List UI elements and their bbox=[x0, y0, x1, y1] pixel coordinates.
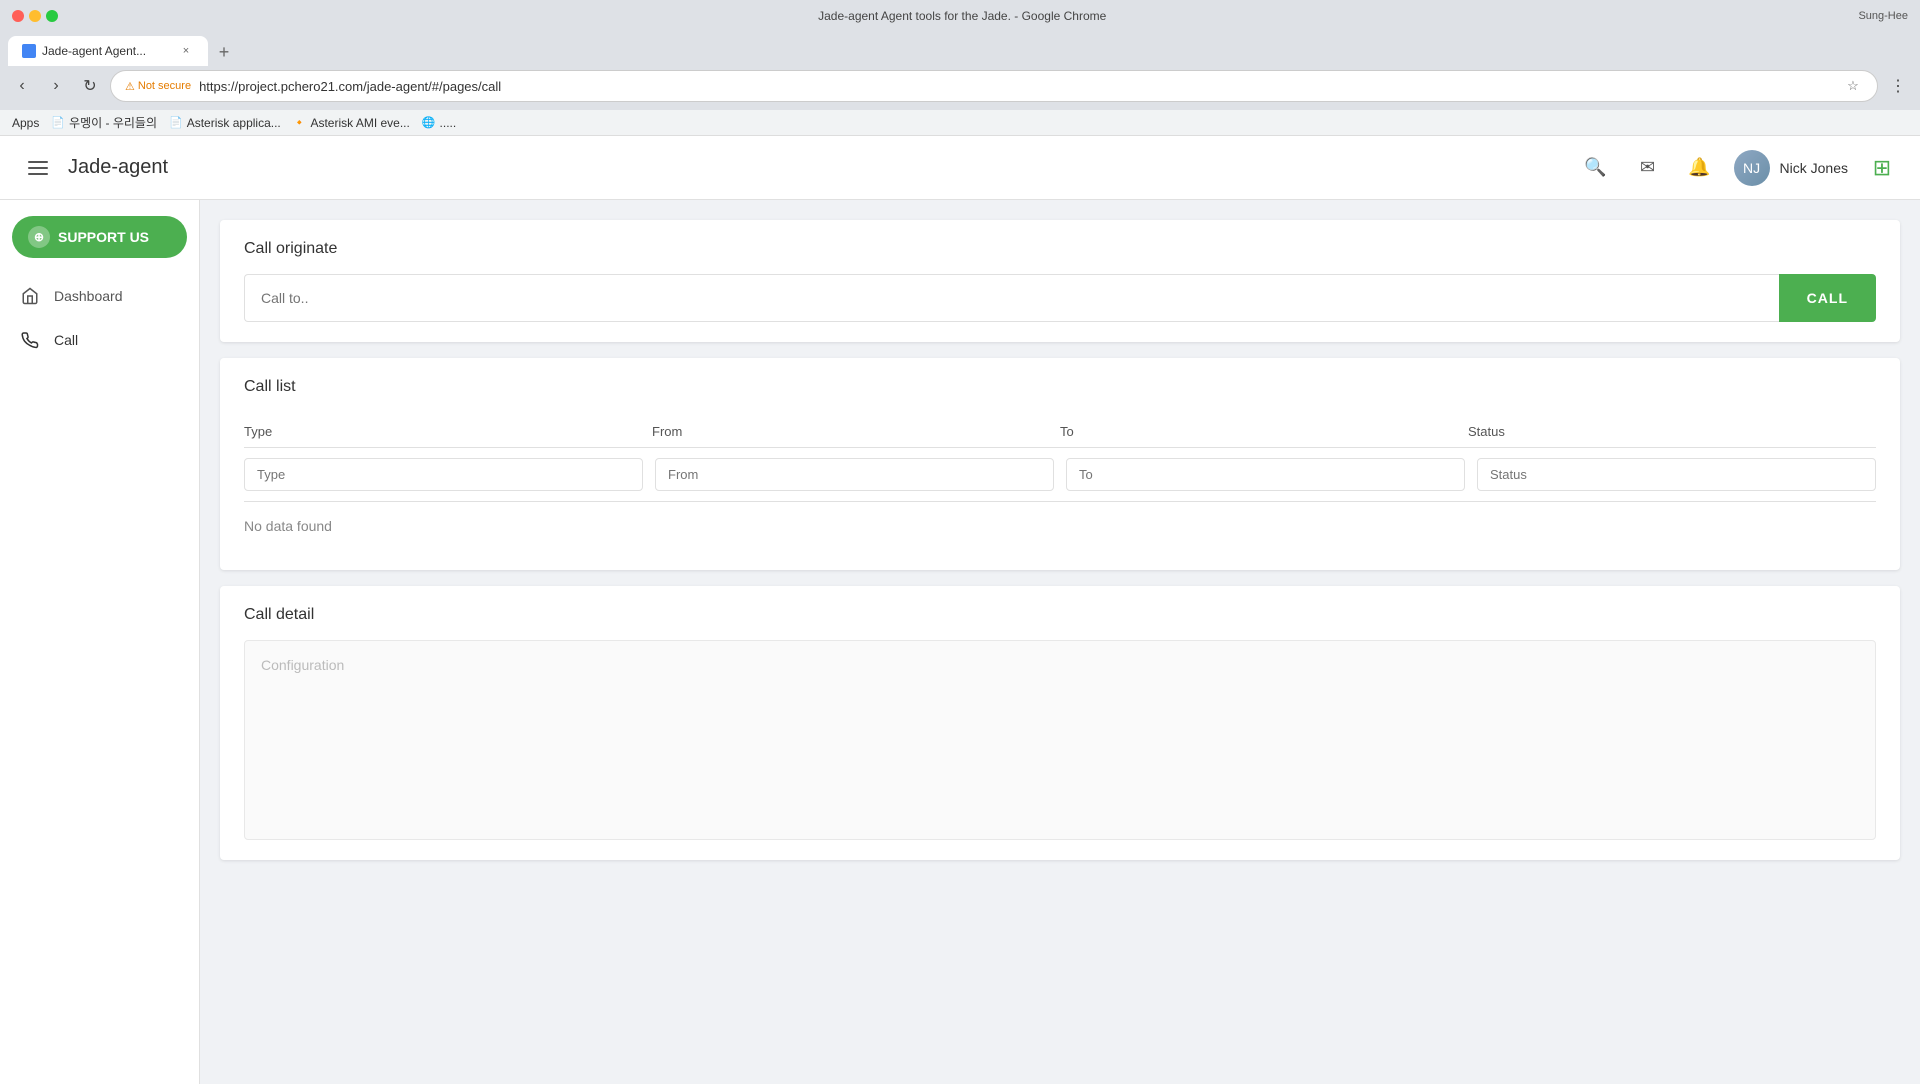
call-list-title: Call list bbox=[244, 378, 1876, 396]
tab-title: Jade-agent Agent... bbox=[42, 44, 172, 58]
configuration-area: Configuration bbox=[244, 640, 1876, 840]
table-filter-row bbox=[244, 448, 1876, 502]
menu-btn[interactable]: ⋮ bbox=[1884, 72, 1912, 100]
bookmarks-bar: Apps 📄 우멩이 - 우리들의 📄 Asterisk applica... … bbox=[0, 110, 1920, 136]
filter-status-input[interactable] bbox=[1477, 458, 1876, 491]
bookmark-wemeng[interactable]: 📄 우멩이 - 우리들의 bbox=[51, 114, 157, 131]
call-to-input[interactable] bbox=[244, 274, 1779, 322]
user-avatar: NJ bbox=[1734, 150, 1770, 186]
address-bar[interactable]: ⚠ Not secure https://project.pchero21.co… bbox=[110, 70, 1878, 102]
active-tab[interactable]: Jade-agent Agent... × bbox=[8, 36, 208, 66]
col-header-from: From bbox=[652, 424, 1060, 439]
browser-titlebar: Jade-agent Agent tools for the Jade. - G… bbox=[0, 0, 1920, 32]
sidebar-item-dashboard[interactable]: Dashboard bbox=[0, 274, 199, 318]
col-header-type: Type bbox=[244, 424, 652, 439]
browser-chrome: Jade-agent Agent tools for the Jade. - G… bbox=[0, 0, 1920, 136]
tab-favicon bbox=[22, 44, 36, 58]
col-header-status: Status bbox=[1468, 424, 1876, 439]
filter-to-input[interactable] bbox=[1066, 458, 1465, 491]
new-tab-btn[interactable]: + bbox=[210, 38, 238, 66]
call-detail-title: Call detail bbox=[244, 606, 1876, 624]
window-controls bbox=[12, 10, 58, 22]
security-warning: ⚠ Not secure bbox=[125, 80, 191, 93]
address-bar-icons: ☆ bbox=[1843, 76, 1863, 96]
maximize-window-btn[interactable] bbox=[46, 10, 58, 22]
app-wrapper: Jade-agent 🔍 ✉ 🔔 NJ Nick Jones ⊞ ⊕ SUPPO… bbox=[0, 136, 1920, 1084]
support-btn[interactable]: ⊕ SUPPORT US bbox=[12, 216, 187, 258]
app-logo: Jade-agent bbox=[68, 156, 1578, 179]
sidebar-item-call[interactable]: Call bbox=[0, 318, 199, 362]
dashboard-icon bbox=[20, 286, 40, 306]
col-header-to: To bbox=[1060, 424, 1468, 439]
app-topbar: Jade-agent 🔍 ✉ 🔔 NJ Nick Jones ⊞ bbox=[0, 136, 1920, 200]
browser-addressbar: ‹ › ↻ ⚠ Not secure https://project.pcher… bbox=[0, 66, 1920, 110]
minimize-window-btn[interactable] bbox=[29, 10, 41, 22]
filter-type-input[interactable] bbox=[244, 458, 643, 491]
call-originate-title: Call originate bbox=[244, 240, 1876, 258]
search-btn[interactable]: 🔍 bbox=[1578, 150, 1614, 186]
url-text: https://project.pchero21.com/jade-agent/… bbox=[199, 79, 501, 94]
call-input-row: CALL bbox=[244, 274, 1876, 322]
no-data-label: No data found bbox=[244, 502, 1876, 550]
main-layout: ⊕ SUPPORT US Dashboard Call bbox=[0, 200, 1920, 1084]
bookmark-icon[interactable]: ☆ bbox=[1843, 76, 1863, 96]
hamburger-menu-btn[interactable] bbox=[20, 150, 56, 186]
notifications-btn[interactable]: 🔔 bbox=[1682, 150, 1718, 186]
browser-title: Jade-agent Agent tools for the Jade. - G… bbox=[74, 9, 1850, 23]
call-originate-card: Call originate CALL bbox=[220, 220, 1900, 342]
github-icon: ⊕ bbox=[28, 226, 50, 248]
avatar-image: NJ bbox=[1734, 150, 1770, 186]
tab-close-btn[interactable]: × bbox=[178, 43, 194, 59]
forward-btn[interactable]: › bbox=[42, 72, 70, 100]
filter-from-input[interactable] bbox=[655, 458, 1054, 491]
call-button[interactable]: CALL bbox=[1779, 274, 1876, 322]
table-header: Type From To Status bbox=[244, 412, 1876, 448]
user-info: NJ Nick Jones bbox=[1734, 150, 1848, 186]
config-placeholder: Configuration bbox=[261, 657, 344, 673]
back-btn[interactable]: ‹ bbox=[8, 72, 36, 100]
grid-btn[interactable]: ⊞ bbox=[1864, 150, 1900, 186]
topbar-actions: 🔍 ✉ 🔔 NJ Nick Jones ⊞ bbox=[1578, 150, 1900, 186]
phone-icon bbox=[20, 330, 40, 350]
user-name: Nick Jones bbox=[1780, 160, 1848, 176]
hamburger-line bbox=[28, 167, 48, 169]
sidebar: ⊕ SUPPORT US Dashboard Call bbox=[0, 200, 200, 1084]
close-window-btn[interactable] bbox=[12, 10, 24, 22]
browser-profile: Sung-Hee bbox=[1858, 10, 1908, 22]
mail-btn[interactable]: ✉ bbox=[1630, 150, 1666, 186]
bookmark-asterisk-app[interactable]: 📄 Asterisk applica... bbox=[169, 116, 281, 130]
hamburger-line bbox=[28, 161, 48, 163]
call-detail-card: Call detail Configuration bbox=[220, 586, 1900, 860]
hamburger-line bbox=[28, 173, 48, 175]
bookmark-asterisk-ami[interactable]: 🔸 Asterisk AMI eve... bbox=[293, 116, 410, 130]
bookmark-more[interactable]: 🌐 ..... bbox=[422, 116, 456, 130]
bookmark-apps[interactable]: Apps bbox=[12, 116, 39, 130]
browser-tabs: Jade-agent Agent... × + bbox=[0, 32, 1920, 66]
call-list-card: Call list Type From To Status No data fo… bbox=[220, 358, 1900, 570]
content-area: Call originate CALL Call list Type From … bbox=[200, 200, 1920, 1084]
refresh-btn[interactable]: ↻ bbox=[76, 72, 104, 100]
